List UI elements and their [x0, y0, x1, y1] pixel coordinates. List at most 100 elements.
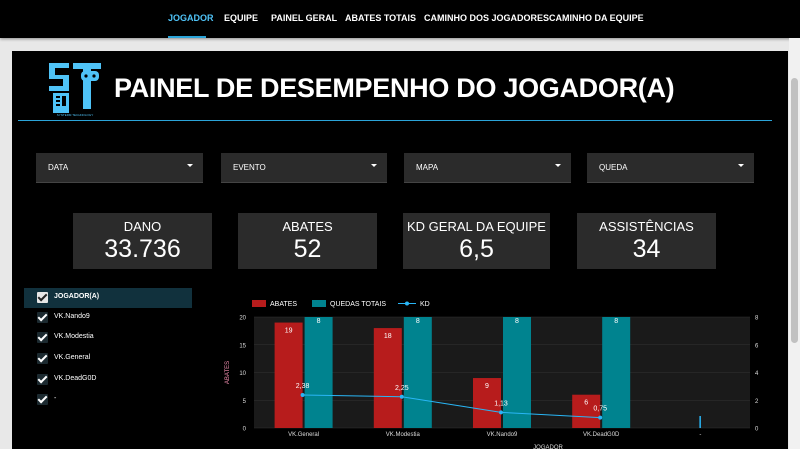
bar-label-quedas: 8 — [614, 318, 618, 325]
kd-label: 0,75 — [593, 406, 607, 413]
kpi-assistencias: ASSISTÊNCIAS 34 — [577, 213, 716, 269]
top-navigation: JOGADOR EQUIPE PAINEL GERAL ABATES TOTAIS CA… — [0, 0, 800, 38]
scrollbar-thumb[interactable] — [791, 78, 798, 343]
bar-abates — [274, 322, 303, 428]
player-label: VK.Modestia — [54, 333, 94, 340]
checkbox-checked-icon[interactable] — [37, 292, 48, 303]
checkbox-checked-icon[interactable] — [37, 312, 48, 323]
bar-label-abates: 9 — [485, 383, 489, 390]
x-axis-label: JOGADOR — [533, 445, 563, 449]
player-label: VK.DeadG0D — [54, 375, 97, 382]
nav-tab-jogador[interactable]: JOGADOR — [168, 0, 214, 38]
legend-label-quedas: QUEDAS TOTAIS — [330, 301, 386, 308]
kd-label: 1,13 — [494, 400, 508, 407]
kpi-abates: ABATES 52 — [238, 213, 377, 269]
player-item[interactable]: VK.Nando9 — [24, 308, 192, 328]
filter-label: MAPA — [416, 163, 439, 172]
y-tick-label: 10 — [239, 371, 246, 377]
y2-tick-label: 0 — [755, 427, 759, 433]
x-tick-label: VK.General — [288, 432, 319, 438]
kpi-value: 6,5 — [459, 235, 494, 263]
bar-label-quedas: 8 — [317, 318, 321, 325]
logo-icon: SYNTERM TECHNOLOGY — [49, 63, 101, 117]
kpi-label: ASSISTÊNCIAS — [599, 219, 694, 234]
player-item[interactable]: VK.General — [24, 349, 192, 369]
player-label: VK.Nando9 — [54, 313, 90, 320]
nav-tab-equipe[interactable]: EQUIPE — [224, 0, 258, 38]
bar-label-abates: 19 — [285, 328, 293, 335]
filter-queda[interactable]: QUEDA — [587, 153, 754, 183]
page-scrollbar[interactable] — [789, 38, 800, 449]
report-canvas: SYNTERM TECHNOLOGY PAINEL DE DESEMPENHO … — [12, 51, 788, 449]
player-header-label: JOGADOR(A) — [54, 293, 100, 300]
player-item[interactable]: VK.Modestia — [24, 328, 192, 348]
kpi-label: KD GERAL DA EQUIPE — [407, 219, 546, 234]
bar-quedas — [403, 317, 432, 428]
caret-down-icon — [555, 164, 561, 167]
filter-evento[interactable]: EVENTO — [221, 153, 387, 183]
bar-label-abates: 18 — [384, 333, 392, 340]
page-title: PAINEL DE DESEMPENHO DO JOGADOR(A) — [114, 73, 675, 103]
caret-down-icon — [371, 164, 377, 167]
x-tick-label: VK.Modestia — [386, 432, 421, 438]
filter-mapa[interactable]: MAPA — [404, 153, 571, 183]
filter-label: DATA — [48, 163, 69, 172]
kd-point — [300, 392, 305, 397]
empty-category-marker — [699, 416, 701, 428]
y-tick-label: 5 — [243, 399, 247, 405]
player-item[interactable]: VK.DeadG0D — [24, 370, 192, 390]
caret-down-icon — [187, 164, 193, 167]
y2-tick-label: 8 — [755, 316, 759, 322]
filter-data[interactable]: DATA — [36, 153, 203, 183]
kpi-kd-geral: KD GERAL DA EQUIPE 6,5 — [403, 213, 550, 269]
kills-chart: 0 5 10 15 20 0 2 4 6 8 ABATES JOGADOR VK.General 19 8 V… — [225, 300, 759, 449]
kd-label: 2,38 — [296, 383, 310, 390]
legend-label-abates: ABATES — [270, 301, 297, 308]
player-select-all[interactable]: JOGADOR(A) — [24, 288, 192, 308]
bar-quedas — [503, 317, 531, 428]
x-tick-label: VK.Nando9 — [487, 432, 518, 438]
legend-swatch-quedas — [312, 300, 326, 307]
legend-label-kd: KD — [420, 301, 430, 308]
x-tick-label: - — [699, 432, 701, 438]
logo-text: SYNTERM TECHNOLOGY — [57, 113, 93, 117]
y-tick-label: 15 — [239, 343, 246, 349]
bar-label-quedas: 8 — [515, 318, 519, 325]
y2-tick-label: 4 — [755, 371, 759, 377]
kd-point — [598, 415, 603, 420]
player-label: - — [54, 395, 57, 402]
player-item[interactable]: - — [24, 390, 192, 410]
bar-label-abates: 6 — [584, 400, 588, 407]
bar-quedas — [304, 317, 333, 428]
player-label: VK.General — [54, 354, 91, 361]
filter-label: EVENTO — [233, 163, 266, 172]
bar-label-quedas: 8 — [416, 318, 420, 325]
kpi-label: DANO — [123, 219, 162, 234]
caret-down-icon — [738, 164, 744, 167]
bar-abates — [373, 328, 402, 428]
header-divider — [18, 120, 772, 121]
kpi-value: 33.736 — [104, 235, 181, 263]
y2-tick-label: 6 — [755, 343, 759, 349]
kpi-dano: DANO 33.736 — [73, 213, 212, 269]
kd-label: 2,25 — [395, 385, 409, 392]
checkbox-checked-icon[interactable] — [37, 394, 48, 405]
checkbox-checked-icon[interactable] — [37, 374, 48, 385]
checkbox-checked-icon[interactable] — [37, 332, 48, 343]
kpi-value: 34 — [632, 235, 661, 263]
player-filter-list: JOGADOR(A) VK.Nando9 VK.Modestia VK.Gene… — [24, 288, 192, 408]
x-tick-label: VK.DeadG0D — [583, 432, 620, 438]
kd-point — [499, 410, 503, 415]
y-tick-label: 20 — [239, 316, 246, 322]
checkbox-checked-icon[interactable] — [37, 353, 48, 364]
nav-tab-abates-totais[interactable]: ABATES TOTAIS — [345, 0, 416, 38]
y2-tick-label: 2 — [755, 399, 759, 405]
kpi-value: 52 — [293, 235, 322, 263]
nav-tab-caminho-dos-jogadores[interactable]: CAMINHO DOS JOGADORES — [424, 0, 549, 38]
legend-swatch-kd-dot — [405, 301, 409, 306]
filter-label: QUEDA — [599, 163, 628, 172]
y-axis-label: ABATES — [225, 361, 231, 384]
kd-point — [399, 394, 404, 399]
nav-tab-painel-geral[interactable]: PAINEL GERAL — [271, 0, 337, 38]
nav-tab-caminho-da-equipe[interactable]: CAMINHO DA EQUIPE — [549, 0, 644, 38]
